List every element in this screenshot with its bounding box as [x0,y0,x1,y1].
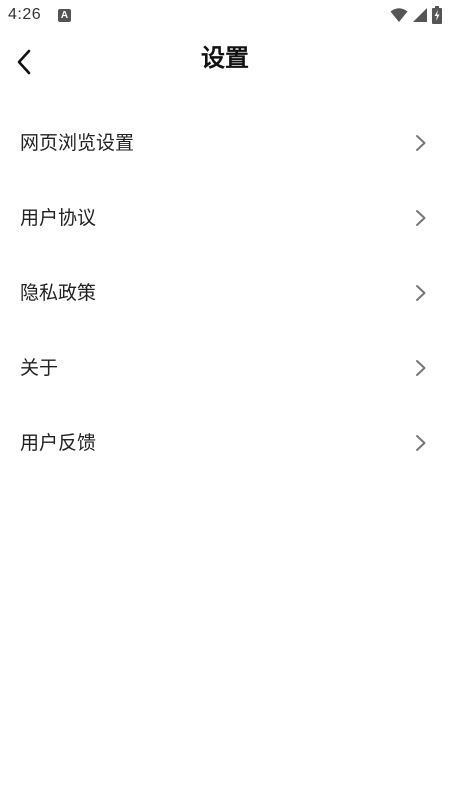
chevron-right-icon [414,434,428,452]
status-time: 4:26 [8,6,42,23]
settings-menu-list: 网页浏览设置 用户协议 隐私政策 关于 用户反馈 [0,105,450,480]
page-title: 设置 [201,44,249,72]
wifi-icon [390,7,408,23]
menu-item-user-agreement[interactable]: 用户协议 [0,180,450,255]
menu-item-label: 用户协议 [20,206,97,229]
signal-icon [412,7,428,23]
battery-charging-icon [432,6,442,24]
menu-item-user-feedback[interactable]: 用户反馈 [0,405,450,480]
notification-a-icon: A [58,9,71,22]
menu-item-label: 关于 [20,356,59,379]
menu-item-label: 隐私政策 [20,281,97,304]
menu-item-privacy-policy[interactable]: 隐私政策 [0,255,450,330]
chevron-right-icon [414,284,428,302]
chevron-right-icon [414,134,428,152]
status-bar: 4:26 A [0,0,450,32]
chevron-right-icon [414,209,428,227]
status-icons [390,6,442,24]
menu-item-label: 网页浏览设置 [20,131,135,154]
header: 设置 [0,32,450,92]
menu-item-label: 用户反馈 [20,431,97,454]
chevron-right-icon [414,359,428,377]
menu-item-web-browsing-settings[interactable]: 网页浏览设置 [0,105,450,180]
menu-item-about[interactable]: 关于 [0,330,450,405]
